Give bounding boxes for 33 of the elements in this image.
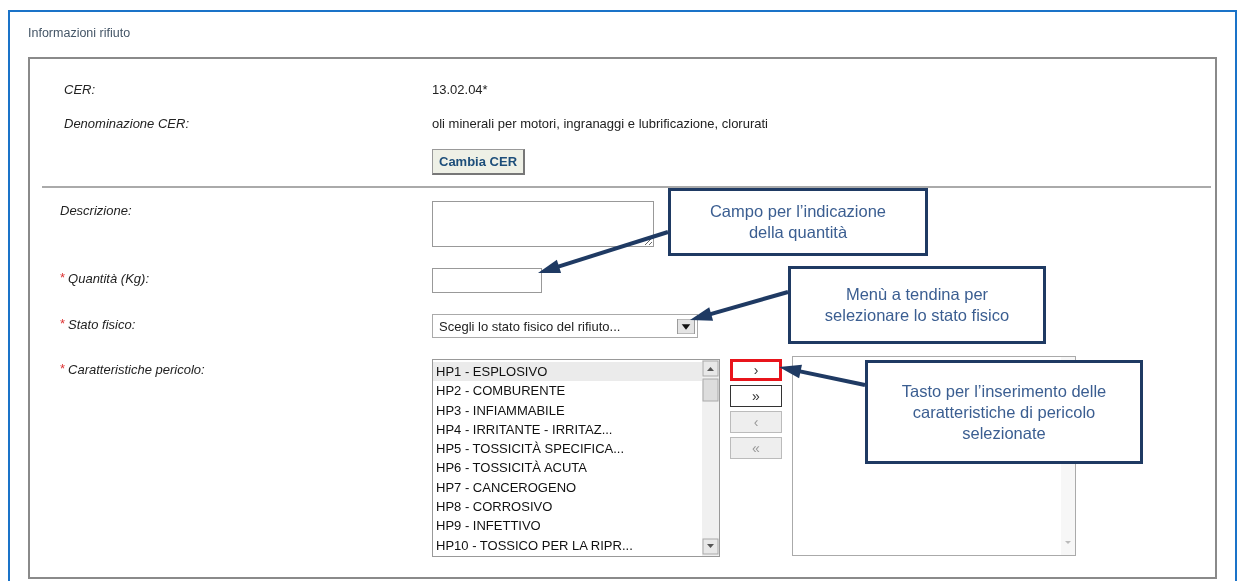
list-option[interactable]: HP1 - ESPLOSIVO	[433, 362, 702, 382]
field-label: Caratteristiche pericolo:	[68, 361, 205, 379]
transfer-button[interactable]: ›	[730, 359, 782, 381]
transfer-button[interactable]: »	[730, 385, 782, 407]
panel-title: Informazioni rifiuto	[28, 26, 132, 42]
list-option[interactable]: HP4 - IRRITANTE - IRRITAZ...	[433, 419, 702, 440]
required-mark: *	[60, 316, 66, 333]
list-option[interactable]: HP2 - COMBURENTE	[433, 381, 702, 401]
callout-tooltip: Campo per l’indicazione della quantità	[668, 188, 928, 256]
callout-tooltip: Tasto per l’inserimento delle caratteristiche di pericolo selezionate	[865, 360, 1143, 464]
list-option[interactable]: HP5 - TOSSICITÀ SPECIFICA...	[433, 439, 702, 459]
required-mark: *	[60, 270, 66, 287]
quantity-field[interactable]	[432, 268, 542, 293]
state-dropdown[interactable]: Scegli lo stato fisico del rifiuto...	[432, 314, 698, 338]
list-option[interactable]: HP3 - INFIAMMABILE	[433, 400, 702, 420]
callout-tooltip: Menù a tendina per selezionare lo stato fisico	[788, 266, 1046, 344]
list-option[interactable]: HP9 - INFETTIVO	[433, 516, 702, 536]
required-mark: *	[60, 361, 66, 378]
list-option[interactable]: HP10 - TOSSICO PER LA RIPR...	[433, 535, 702, 555]
list-option[interactable]: HP6 - TOSSICITÀ ACUTA	[433, 458, 702, 478]
field-value: 13.02.04*	[432, 81, 489, 98]
change-cer-button[interactable]: Cambia CER	[432, 149, 526, 175]
hazard-listbox[interactable]	[432, 359, 720, 557]
field-label: Stato fisico:	[68, 316, 136, 334]
field-label: Descrizione:	[60, 202, 132, 220]
field-value: oli minerali per motori, ingranaggi e lubrificazione, clorurati	[432, 115, 769, 132]
description-field[interactable]	[432, 201, 654, 247]
field-label: Quantità (Kg):	[68, 270, 149, 288]
field-label: Denominazione CER:	[64, 115, 190, 132]
list-option[interactable]: HP7 - CANCEROGENO	[433, 477, 702, 498]
dropdown-arrow-icon	[677, 318, 695, 334]
list-option[interactable]: HP8 - CORROSIVO	[433, 497, 702, 517]
field-label: CER:	[64, 81, 97, 98]
